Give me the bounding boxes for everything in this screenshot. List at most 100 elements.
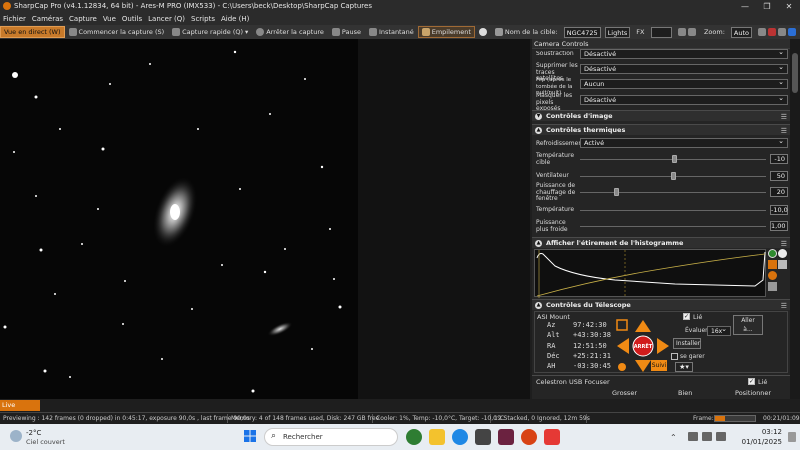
cooling-label: Refroidissement — [536, 140, 585, 147]
battery-icon[interactable] — [716, 432, 726, 441]
image-viewer[interactable] — [0, 39, 530, 399]
arrow-down-icon[interactable] — [635, 360, 651, 372]
target-temp-value[interactable]: -10 — [770, 154, 788, 164]
focus-fine-label[interactable]: Bien — [678, 390, 692, 397]
rate-select[interactable]: 16x — [707, 325, 731, 336]
satellite-trails-select[interactable]: Désactivé — [580, 63, 788, 74]
focus-coarse-label[interactable]: Grosser — [612, 390, 637, 397]
stacking-button[interactable]: Empilement — [417, 26, 475, 38]
start-capture-button[interactable]: Commencer la capture (S) — [65, 26, 169, 38]
reticle-icon[interactable] — [768, 28, 776, 36]
focus-position-label[interactable]: Positionner — [735, 390, 771, 397]
mount-linked-checkbox[interactable]: ✓ — [683, 313, 690, 320]
volume-icon[interactable] — [702, 432, 712, 441]
weather-desc[interactable]: Ciel couvert — [26, 438, 65, 446]
fan-knob[interactable] — [671, 172, 676, 180]
image-controls-header[interactable]: ▼ Contrôles d'image ☰ — [532, 110, 790, 121]
app-icon-6[interactable] — [521, 429, 537, 445]
menu-view[interactable]: Vue — [100, 13, 119, 25]
cooling-select[interactable]: Activé — [580, 137, 788, 148]
pin-icon[interactable] — [788, 28, 796, 36]
target-temp-knob[interactable] — [672, 155, 677, 163]
heater-slider[interactable] — [580, 192, 766, 193]
menu-scripts[interactable]: Scripts — [188, 13, 218, 25]
snapshot-button[interactable]: Instantané — [365, 26, 418, 38]
file-explorer-icon[interactable] — [429, 429, 445, 445]
menu-cameras[interactable]: Caméras — [29, 13, 66, 25]
minimize-button[interactable]: — — [734, 0, 756, 13]
weather-icon[interactable] — [10, 430, 22, 442]
store-icon[interactable] — [475, 429, 491, 445]
info-icon[interactable] — [768, 249, 777, 258]
hist-settings-icon[interactable] — [768, 282, 777, 291]
target-name-input[interactable]: NGC4725 — [563, 26, 601, 38]
quick-capture-button[interactable]: Capture rapide (Q) ▾ — [168, 26, 252, 38]
crosshair-icon[interactable] — [758, 28, 766, 36]
reset-icon[interactable] — [778, 260, 787, 269]
fx-select[interactable] — [650, 26, 672, 38]
weather-temp[interactable]: -2°C — [26, 429, 41, 437]
tracking-mode-select[interactable]: ★▾ — [675, 362, 693, 372]
tray-chevron-icon[interactable]: ⌃ — [670, 433, 677, 442]
search-box[interactable]: ⌕ Rechercher — [264, 428, 398, 446]
grid-icon[interactable] — [687, 28, 696, 36]
arrow-up-icon[interactable] — [635, 320, 651, 332]
section-menu-icon[interactable]: ☰ — [781, 126, 787, 137]
install-button[interactable]: Installer — [673, 338, 701, 349]
menu-launch[interactable]: Lancer (Q) — [145, 13, 188, 25]
thermal-controls-header[interactable]: ▲ Contrôles thermiques ☰ — [532, 124, 790, 135]
live-stacking-tab[interactable]: Live Stacking — [0, 400, 40, 420]
histogram-chart[interactable] — [534, 249, 766, 298]
telescope-header[interactable]: ▲ Contrôles du Télescope ☰ — [532, 299, 790, 310]
frame-time: 00:21/01:09 — [763, 415, 800, 422]
live-view-button[interactable]: Vue en direct (W) — [0, 26, 65, 38]
fx-label: FX — [636, 28, 645, 36]
panel-scrollbar[interactable] — [790, 39, 800, 399]
maximize-button[interactable]: ❐ — [756, 0, 778, 13]
track-button[interactable]: Suivi — [651, 360, 667, 371]
menu-help[interactable]: Aide (H) — [218, 13, 252, 25]
app-icon-1[interactable] — [406, 429, 422, 445]
target-settings-button[interactable] — [475, 26, 491, 38]
menu-capture[interactable]: Capture — [66, 13, 100, 25]
stop-capture-button[interactable]: Arrêter la capture — [252, 26, 328, 38]
close-button[interactable]: ✕ — [778, 0, 800, 13]
sharpcap-icon[interactable] — [544, 429, 560, 445]
zoom-select[interactable]: Auto — [730, 26, 752, 38]
wifi-icon[interactable] — [688, 432, 698, 441]
arrow-left-icon[interactable] — [617, 338, 629, 354]
mask-pixels-select[interactable]: Désactivé — [580, 94, 788, 105]
bg-subtraction-select[interactable]: Désactivé — [580, 48, 788, 59]
notification-icon[interactable] — [788, 432, 796, 442]
menu-tools[interactable]: Outils — [119, 13, 145, 25]
mount-linked-label: Lié — [693, 313, 703, 321]
contrast-icon[interactable] — [778, 249, 787, 258]
flip-select[interactable]: Aucun — [580, 78, 788, 89]
gear-icon[interactable] — [677, 28, 686, 36]
clock-time[interactable]: 03:12 — [742, 428, 782, 436]
goto-button[interactable]: Aller à... — [733, 315, 763, 335]
filter-select[interactable]: Lights — [604, 26, 631, 38]
heater-knob[interactable] — [614, 188, 619, 196]
pause-button[interactable]: Pause — [328, 26, 365, 38]
menu-file[interactable]: Fichier — [0, 13, 29, 25]
arrow-right-icon[interactable] — [657, 338, 669, 354]
settings-icon[interactable] — [778, 28, 786, 36]
sync-icon[interactable] — [616, 319, 628, 331]
park-icon[interactable] — [618, 363, 626, 371]
scrollbar-thumb[interactable] — [792, 53, 798, 93]
fan-value[interactable]: 50 — [770, 171, 788, 181]
section-menu-icon[interactable]: ☰ — [781, 112, 787, 123]
auto-stretch-icon[interactable] — [768, 271, 777, 280]
dropdown-arrow-icon[interactable]: ▾ — [245, 26, 248, 38]
histogram-header[interactable]: ▲ Afficher l'étirement de l'histogramme … — [532, 237, 790, 248]
move-icon[interactable] — [768, 260, 777, 269]
focuser-linked-checkbox[interactable]: ✓ — [748, 378, 755, 385]
frame-progress-fill — [715, 416, 725, 421]
heater-value[interactable]: 20 — [770, 187, 788, 197]
park-checkbox[interactable] — [671, 353, 678, 360]
clock-date[interactable]: 01/01/2025 — [738, 438, 782, 446]
edge-icon[interactable] — [452, 429, 468, 445]
app-icon-5[interactable] — [498, 429, 514, 445]
windows-start-icon[interactable] — [244, 430, 256, 442]
